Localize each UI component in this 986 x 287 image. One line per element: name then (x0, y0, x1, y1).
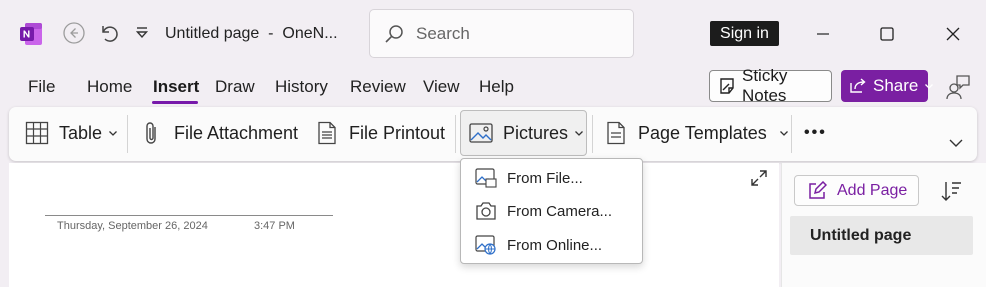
tab-home[interactable]: Home (87, 77, 132, 97)
maximize-icon[interactable] (872, 19, 902, 49)
search-placeholder: Search (416, 23, 470, 43)
page-date: Thursday, September 26, 2024 (57, 220, 208, 232)
share-icon (849, 77, 867, 95)
page-templates-button[interactable]: Page Templates (606, 110, 789, 156)
camera-icon (475, 201, 497, 221)
sticky-notes-button[interactable]: Sticky Notes (709, 66, 832, 105)
tab-history[interactable]: History (275, 77, 328, 97)
menu-item-from-online[interactable]: From Online... (461, 229, 642, 261)
file-printout-label: File Printout (349, 122, 446, 143)
document-icon (317, 121, 337, 145)
chevron-down-icon (574, 128, 584, 138)
file-attachment-label: File Attachment (174, 122, 299, 143)
pictures-button[interactable]: Pictures (460, 110, 587, 156)
from-file-label: From File... (507, 169, 583, 187)
page-template-icon (606, 121, 626, 145)
chevron-down-icon (108, 128, 118, 138)
tab-review[interactable]: Review (350, 77, 406, 97)
tab-file[interactable]: File (28, 77, 55, 97)
ribbon-divider (455, 115, 456, 153)
undo-icon[interactable] (96, 20, 122, 46)
add-page-label: Add Page (837, 181, 908, 199)
paperclip-icon (142, 120, 160, 146)
document-title: Untitled page - OneN... (165, 25, 338, 42)
page-time: 3:47 PM (254, 220, 295, 232)
table-icon (25, 121, 49, 145)
more-options-button[interactable]: ••• (804, 110, 827, 156)
sticky-note-icon (718, 77, 736, 95)
sort-icon[interactable] (937, 177, 965, 205)
online-picture-icon (475, 235, 497, 255)
menu-item-from-camera[interactable]: From Camera... (461, 195, 642, 227)
page-templates-label: Page Templates (638, 122, 767, 143)
pictures-dropdown-menu: From File... From Camera... From Online.… (460, 158, 643, 264)
chevron-down-icon (924, 81, 934, 91)
picture-icon (469, 123, 493, 143)
search-icon (384, 24, 404, 44)
tab-view[interactable]: View (423, 77, 460, 97)
add-page-button[interactable]: Add Page (794, 175, 919, 206)
tab-help[interactable]: Help (479, 77, 514, 97)
close-icon[interactable] (938, 19, 968, 49)
sign-in-button[interactable]: Sign in (710, 21, 779, 46)
ribbon-divider (127, 115, 128, 153)
picture-from-file-icon (475, 168, 497, 188)
chevron-down-icon (779, 128, 789, 138)
file-printout-button[interactable]: File Printout (317, 110, 445, 156)
expand-icon[interactable] (750, 169, 768, 187)
from-camera-label: From Camera... (507, 202, 613, 220)
page-title-underline (45, 215, 333, 216)
customize-toolbar-icon[interactable] (129, 20, 155, 46)
tab-insert[interactable]: Insert (153, 77, 199, 97)
file-attachment-button[interactable]: File Attachment (142, 110, 298, 156)
feedback-icon[interactable] (942, 72, 972, 102)
page-list-item[interactable]: Untitled page (790, 216, 973, 255)
pictures-label: Pictures (503, 122, 569, 143)
sticky-notes-label: Sticky Notes (742, 66, 788, 105)
share-button[interactable]: Share (841, 70, 934, 102)
add-page-icon (807, 180, 827, 201)
from-online-label: From Online... (507, 236, 603, 254)
table-button[interactable]: Table (25, 110, 118, 156)
minimize-icon[interactable] (808, 19, 838, 49)
ribbon-divider (791, 115, 792, 153)
tab-draw[interactable]: Draw (215, 77, 255, 97)
collapse-ribbon-icon[interactable] (948, 128, 964, 158)
menu-item-from-file[interactable]: From File... (461, 162, 642, 194)
share-label: Share (873, 76, 919, 95)
back-icon[interactable] (61, 20, 87, 46)
search-input[interactable]: Search (369, 9, 634, 58)
title-bar: Untitled page - OneN... Search Sign in (0, 0, 986, 66)
table-label: Table (59, 122, 103, 143)
onenote-logo-icon (19, 22, 43, 46)
ribbon-divider (592, 115, 593, 153)
active-tab-indicator (152, 101, 198, 104)
